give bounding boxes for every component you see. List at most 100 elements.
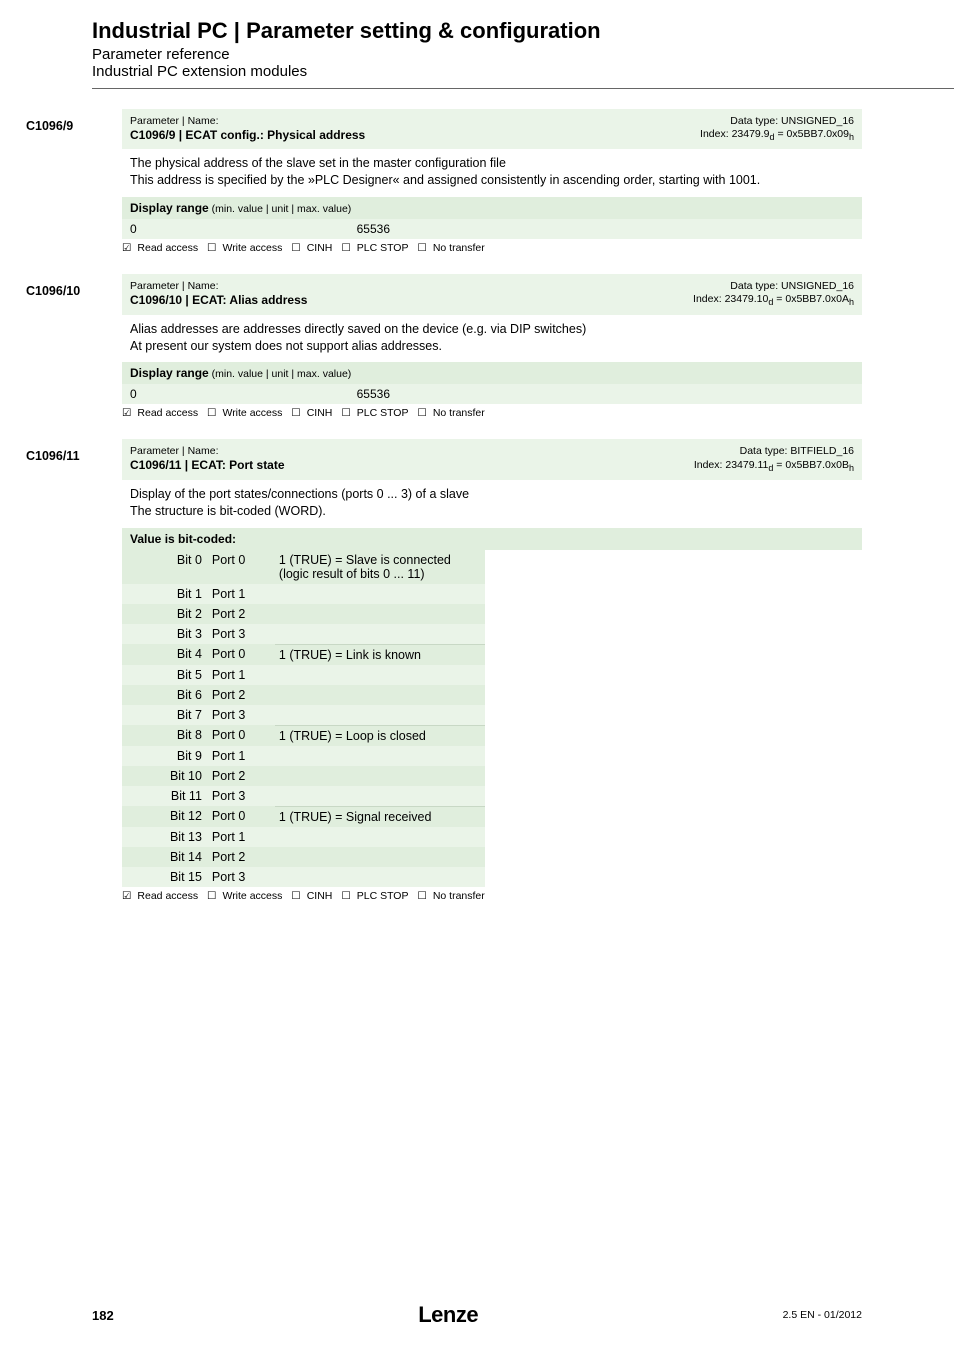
index-tail-sub: h: [849, 297, 854, 307]
plc-glyph: ☐: [341, 242, 350, 254]
read-label: Read access: [137, 890, 198, 902]
read-glyph: ☑: [122, 890, 131, 902]
anchor-c1096-11: C1096/11: [0, 439, 122, 903]
cinh-glyph: ☐: [291, 407, 300, 419]
read-label: Read access: [137, 242, 198, 254]
nt-glyph: ☐: [417, 890, 426, 902]
logo-text: Lenze: [418, 1302, 478, 1328]
plc-label: PLC STOP: [357, 407, 409, 419]
index-tail-sub: h: [849, 463, 854, 473]
range-sub: (min. value | unit | max. value): [209, 368, 352, 380]
plc-glyph: ☐: [341, 890, 350, 902]
page-number: 182: [92, 1308, 114, 1323]
read-label: Read access: [137, 407, 198, 419]
description: The physical address of the slave set in…: [122, 149, 862, 197]
read-glyph: ☑: [122, 242, 131, 254]
bit-label: Bit 12: [122, 806, 208, 827]
index-prefix: Index: 23479.9: [700, 128, 769, 140]
access-row: ☑Read access ☐Write access ☐CINH ☐PLC ST…: [122, 404, 862, 421]
bit-meaning: 1 (TRUE) = Link is known: [275, 644, 485, 665]
param-meta: Data type: BITFIELD_16 Index: 23479.11d …: [694, 445, 854, 473]
footer: 182 Lenze 2.5 EN - 01/2012: [0, 1302, 954, 1328]
index-tail: = 0x5BB7.0x09: [775, 128, 849, 140]
range-heading: Display range (min. value | unit | max. …: [122, 362, 862, 384]
param-label: Parameter | Name:: [130, 280, 307, 292]
bit-meaning: 1 (TRUE) = Loop is closed: [275, 725, 485, 746]
port-label: Port 3: [208, 786, 275, 806]
nt-label: No transfer: [433, 890, 485, 902]
cinh-label: CINH: [307, 407, 333, 419]
bit-label: Bit 8: [122, 725, 208, 746]
range-max: 65536: [280, 222, 430, 236]
bit-label: Bit 7: [122, 705, 208, 725]
range-min: 0: [130, 222, 280, 236]
data-type: Data type: BITFIELD_16: [694, 445, 854, 458]
bit-label: Bit 3: [122, 624, 208, 644]
range-min: 0: [130, 387, 280, 401]
port-label: Port 0: [208, 550, 275, 584]
range-max: 65536: [280, 387, 430, 401]
port-label: Port 3: [208, 624, 275, 644]
page-subtitle-1: Parameter reference: [0, 44, 954, 63]
cinh-glyph: ☐: [291, 890, 300, 902]
page-title: Industrial PC | Parameter setting & conf…: [0, 0, 954, 44]
port-label: Port 2: [208, 766, 275, 786]
param-meta: Data type: UNSIGNED_16 Index: 23479.9d =…: [700, 115, 854, 143]
desc-line-2: The structure is bit-coded (WORD).: [130, 503, 854, 520]
port-label: Port 0: [208, 806, 275, 827]
port-label: Port 1: [208, 584, 275, 604]
cinh-glyph: ☐: [291, 242, 300, 254]
data-type: Data type: UNSIGNED_16: [693, 280, 854, 293]
cinh-label: CINH: [307, 242, 333, 254]
range-heading-text: Display range: [130, 201, 209, 215]
range-heading: Display range (min. value | unit | max. …: [122, 197, 862, 219]
index-tail-sub: h: [849, 132, 854, 142]
param-name: C1096/10 | ECAT: Alias address: [130, 292, 307, 307]
bit-label: Bit 9: [122, 746, 208, 766]
page-subtitle-2: Industrial PC extension modules: [0, 63, 954, 84]
data-type: Data type: UNSIGNED_16: [700, 115, 854, 128]
nt-glyph: ☐: [417, 407, 426, 419]
revision: 2.5 EN - 01/2012: [783, 1309, 862, 1321]
port-label: Port 0: [208, 644, 275, 665]
bit-heading: Value is bit-coded:: [122, 528, 862, 550]
read-glyph: ☑: [122, 407, 131, 419]
desc-line-2: This address is specified by the »PLC De…: [130, 172, 854, 189]
plc-label: PLC STOP: [357, 890, 409, 902]
write-glyph: ☐: [207, 242, 216, 254]
access-row: ☑Read access ☐Write access ☐CINH ☐PLC ST…: [122, 239, 862, 256]
desc-line-1: Display of the port states/connections (…: [130, 486, 854, 503]
anchor-c1096-10: C1096/10: [0, 274, 122, 421]
plc-label: PLC STOP: [357, 242, 409, 254]
param-header: Parameter | Name: C1096/11 | ECAT: Port …: [122, 439, 862, 479]
description: Alias addresses are addresses directly s…: [122, 315, 862, 363]
section-c1096-10: C1096/10 Parameter | Name: C1096/10 | EC…: [0, 274, 862, 421]
desc-line-1: Alias addresses are addresses directly s…: [130, 321, 854, 338]
description: Display of the port states/connections (…: [122, 480, 862, 528]
bit-label: Bit 15: [122, 867, 208, 887]
param-header: Parameter | Name: C1096/10 | ECAT: Alias…: [122, 274, 862, 314]
write-label: Write access: [222, 890, 282, 902]
nt-label: No transfer: [433, 407, 485, 419]
port-label: Port 2: [208, 604, 275, 624]
header-rule: [92, 88, 954, 89]
bit-meaning: 1 (TRUE) = Slave is connected (logic res…: [275, 550, 485, 584]
param-header: Parameter | Name: C1096/9 | ECAT config.…: [122, 109, 862, 149]
param-label: Parameter | Name:: [130, 445, 285, 457]
index-tail: = 0x5BB7.0x0A: [773, 293, 849, 305]
access-row: ☑Read access ☐Write access ☐CINH ☐PLC ST…: [122, 887, 862, 904]
bit-table: Bit 0Port 01 (TRUE) = Slave is connected…: [122, 550, 485, 887]
plc-glyph: ☐: [341, 407, 350, 419]
section-c1096-9: C1096/9 Parameter | Name: C1096/9 | ECAT…: [0, 109, 862, 256]
bit-label: Bit 5: [122, 665, 208, 685]
range-heading-text: Display range: [130, 366, 209, 380]
nt-glyph: ☐: [417, 242, 426, 254]
index-prefix: Index: 23479.10: [693, 293, 768, 305]
bit-label: Bit 2: [122, 604, 208, 624]
bit-label: Bit 1: [122, 584, 208, 604]
desc-line-1: The physical address of the slave set in…: [130, 155, 854, 172]
param-name: C1096/11 | ECAT: Port state: [130, 457, 285, 472]
param-label: Parameter | Name:: [130, 115, 365, 127]
range-row: 0 65536: [122, 384, 862, 404]
bit-label: Bit 6: [122, 685, 208, 705]
